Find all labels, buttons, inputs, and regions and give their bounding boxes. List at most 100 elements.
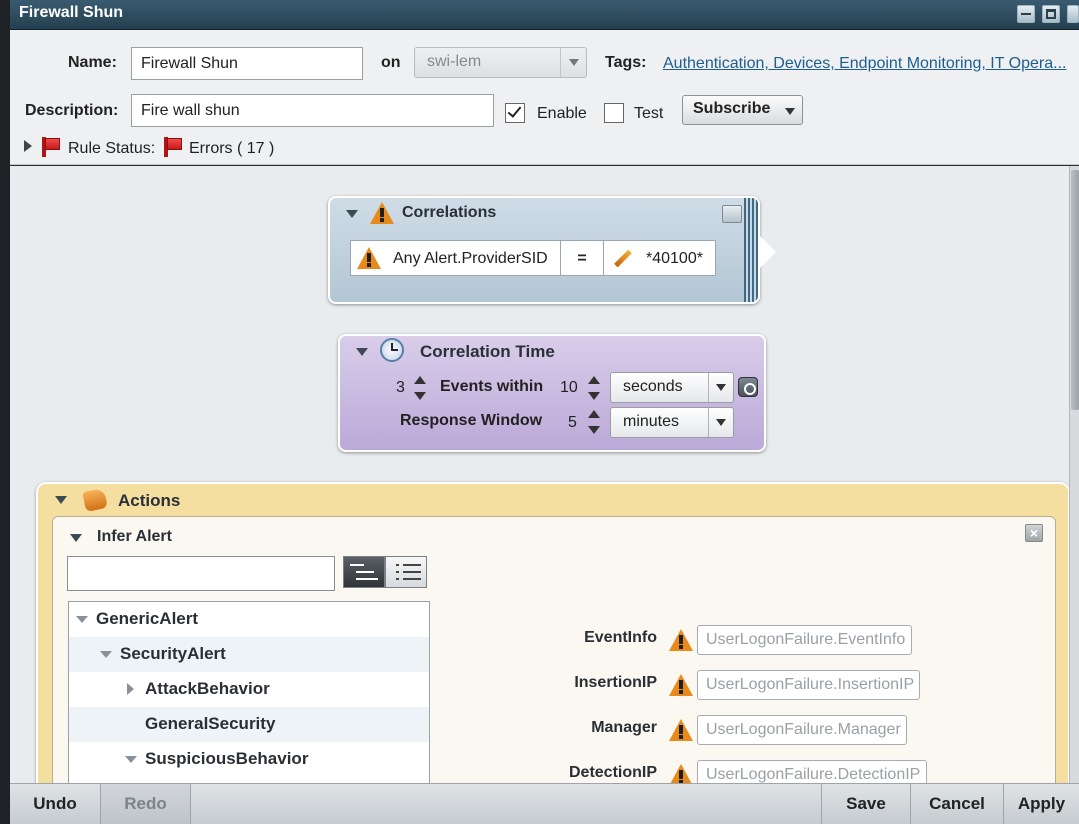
apply-button[interactable]: Apply — [1004, 784, 1079, 824]
events-within-label: Events within — [440, 378, 544, 395]
condition-field[interactable]: Any Alert.ProviderSID — [351, 241, 561, 275]
tree-item-label: SuspiciousBehavior — [145, 749, 309, 768]
cancel-button[interactable]: Cancel — [911, 784, 1004, 824]
within-unit-value: seconds — [623, 378, 683, 395]
condition-value[interactable]: *40100* — [604, 241, 715, 275]
errors-link[interactable]: Errors ( 17 ) — [189, 140, 274, 158]
field-value[interactable]: UserLogonFailure.EventInfo — [697, 625, 912, 655]
collapse-icon[interactable] — [70, 534, 82, 542]
minimize-button[interactable] — [1017, 5, 1035, 23]
correlations-connector — [744, 198, 758, 302]
bottom-toolbar: Undo Redo Save Cancel Apply — [10, 783, 1079, 824]
collapse-icon[interactable] — [55, 496, 67, 504]
scrollbar-thumb[interactable] — [1071, 170, 1079, 410]
collapse-icon[interactable] — [346, 210, 358, 218]
expand-icon[interactable] — [125, 756, 137, 763]
list-view-button[interactable] — [385, 556, 427, 588]
tree-view-button[interactable] — [343, 556, 385, 588]
field-value[interactable]: UserLogonFailure.DetectionIP — [697, 760, 927, 783]
subscribe-button[interactable]: Subscribe — [682, 95, 803, 125]
error-flag-icon — [162, 137, 182, 157]
field-value[interactable]: UserLogonFailure.Manager — [697, 715, 907, 745]
warning-icon — [669, 719, 693, 741]
checkmark-icon — [507, 103, 522, 118]
field-label: DetectionIP — [568, 764, 657, 781]
warning-icon — [669, 674, 693, 696]
chevron-down-icon — [785, 108, 795, 115]
subscribe-label: Subscribe — [693, 100, 771, 117]
tree-item[interactable]: SuspiciousBehavior — [69, 742, 429, 777]
actions-title: Actions — [118, 491, 181, 510]
field-value[interactable]: UserLogonFailure.InsertionIP — [697, 670, 920, 700]
correlations-title: Correlations — [402, 204, 497, 221]
maximize-button[interactable] — [1042, 5, 1060, 23]
chevron-down-icon — [560, 48, 586, 77]
condition-operator[interactable]: = — [561, 241, 604, 275]
on-label: on — [381, 54, 401, 71]
close-icon[interactable]: × — [1025, 524, 1043, 542]
name-field[interactable]: Firewall Shun — [131, 47, 363, 80]
chevron-down-icon — [708, 408, 733, 437]
response-window-label: Response Window — [400, 412, 543, 429]
settings-gear-icon[interactable] — [738, 377, 758, 397]
expand-icon[interactable] — [76, 616, 88, 623]
edit-correlation-icon[interactable] — [722, 205, 742, 223]
response-stepper[interactable] — [588, 410, 600, 436]
field-label: EventInfo — [584, 629, 657, 646]
warning-icon — [370, 202, 394, 224]
tags-label: Tags: — [605, 54, 647, 71]
save-button[interactable]: Save — [821, 784, 911, 824]
rule-canvas: Correlations Any Alert.ProviderSID = *40… — [10, 166, 1069, 783]
chevron-down-icon — [708, 373, 733, 402]
alert-tree: GenericAlert SecurityAlert AttackBehavio… — [68, 601, 430, 783]
redo-button[interactable]: Redo — [101, 784, 191, 824]
actions-box: Actions Infer Alert × GenericAlert Secur… — [36, 482, 1069, 783]
window-title-bar: Firewall Shun — [10, 0, 1079, 30]
tree-item-label: SecurityAlert — [120, 644, 226, 663]
expand-icon[interactable] — [100, 651, 112, 658]
undo-button[interactable]: Undo — [10, 784, 101, 824]
tree-item[interactable]: AttackBehavior — [69, 672, 429, 707]
close-window-button[interactable] — [1067, 5, 1079, 23]
window-left-edge — [0, 0, 10, 824]
manager-select[interactable]: swi-lem — [414, 47, 587, 78]
infer-alert-panel: Infer Alert × GenericAlert SecurityAlert… — [52, 516, 1056, 783]
tree-item[interactable]: GenericAlert — [69, 602, 429, 637]
collapse-icon[interactable] — [356, 348, 368, 356]
infer-alert-title: Infer Alert — [97, 528, 172, 545]
field-label: Manager — [591, 719, 657, 736]
action-hand-icon — [82, 487, 108, 513]
tree-item-label: AttackBehavior — [145, 679, 270, 698]
manager-select-value: swi-lem — [427, 53, 482, 70]
correlation-time-box: Correlation Time 3 Events within 10 seco… — [338, 334, 766, 452]
tree-item[interactable]: SecurityAlert — [69, 637, 429, 672]
response-unit-value: minutes — [623, 413, 680, 430]
response-value[interactable]: 5 — [568, 414, 577, 432]
within-unit-select[interactable]: seconds — [610, 372, 734, 403]
tree-item[interactable]: GeneralSecurity — [69, 707, 429, 742]
window-title: Firewall Shun — [19, 4, 124, 21]
correlation-condition[interactable]: Any Alert.ProviderSID = *40100* — [350, 240, 716, 276]
events-count-stepper[interactable] — [414, 376, 426, 402]
correlation-time-title: Correlation Time — [420, 342, 555, 361]
tree-item-label: GeneralSecurity — [145, 714, 276, 733]
tags-link[interactable]: Authentication, Devices, Endpoint Monito… — [663, 55, 1066, 73]
minimize-icon — [1021, 13, 1031, 15]
expand-icon[interactable] — [127, 683, 134, 695]
alert-search-input[interactable] — [67, 556, 335, 591]
rule-header: Name: Firewall Shun on swi-lem Tags: Aut… — [10, 30, 1079, 165]
rule-status-label: Rule Status: — [68, 140, 156, 157]
within-value[interactable]: 10 — [560, 379, 578, 397]
rule-status-expand-icon[interactable] — [24, 140, 32, 152]
warning-icon — [669, 629, 693, 651]
within-stepper[interactable] — [588, 376, 600, 402]
description-field[interactable]: Fire wall shun — [131, 94, 494, 127]
connector-arrow-icon — [760, 236, 776, 268]
tree-item-label: GenericAlert — [96, 609, 199, 628]
events-count-value[interactable]: 3 — [396, 379, 405, 397]
vertical-scrollbar[interactable] — [1069, 166, 1079, 783]
response-unit-select[interactable]: minutes — [610, 407, 734, 438]
enable-checkbox[interactable] — [505, 103, 525, 123]
warning-icon — [669, 764, 693, 783]
test-checkbox[interactable] — [604, 103, 624, 123]
